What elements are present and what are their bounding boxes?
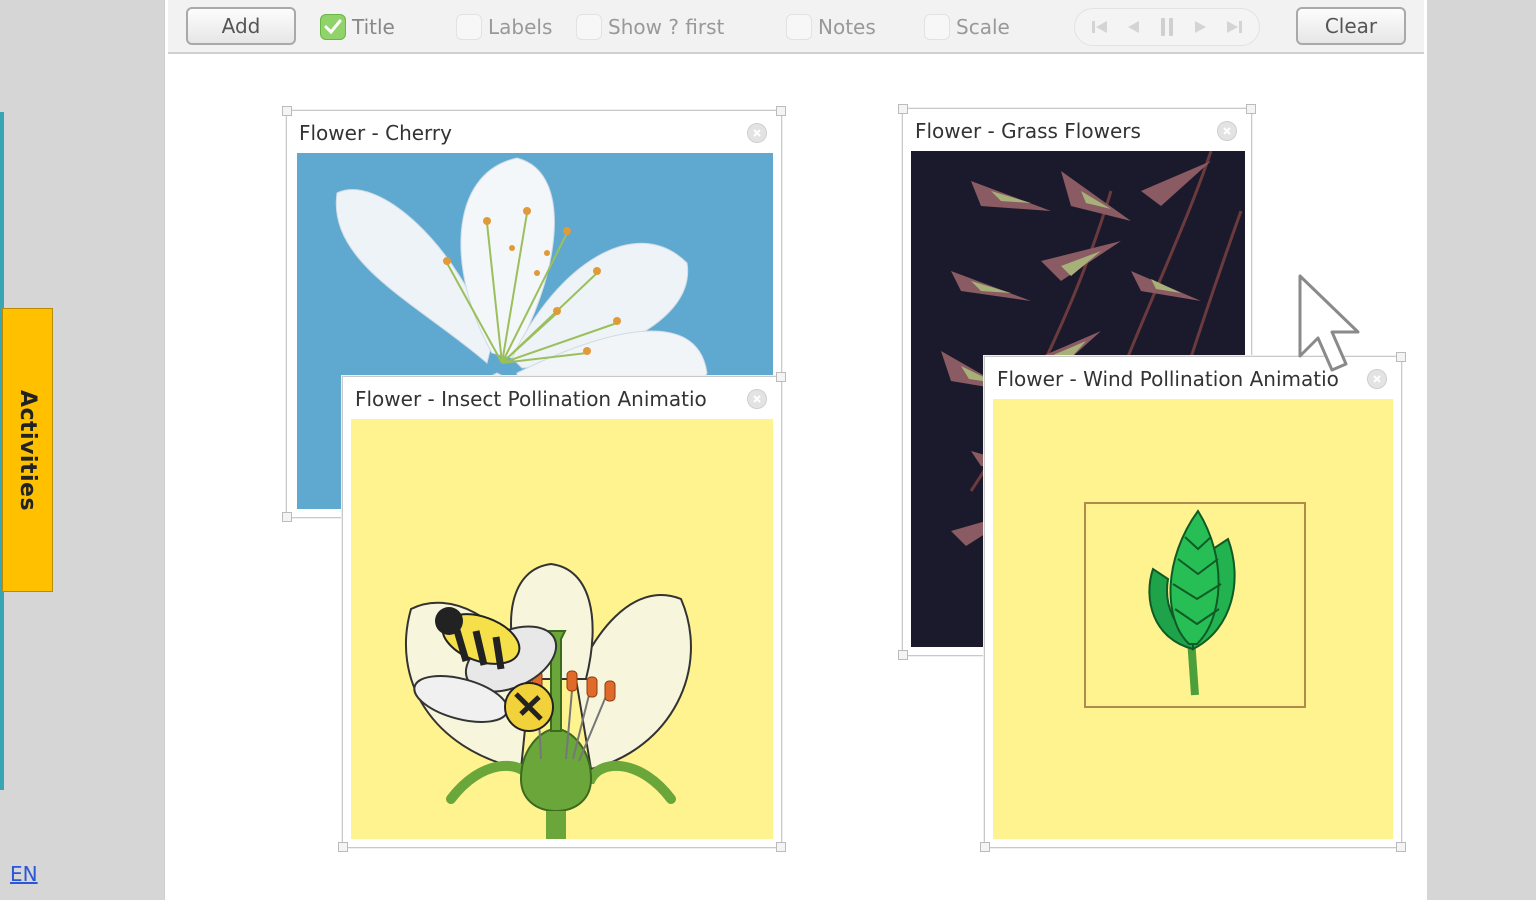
language-link[interactable]: EN — [10, 862, 38, 886]
labels-option-label: Labels — [488, 15, 553, 39]
title-checkbox[interactable] — [320, 14, 346, 40]
grass-close-icon[interactable] — [1217, 121, 1237, 141]
step-forward-icon[interactable] — [1187, 13, 1215, 41]
pause-icon[interactable] — [1153, 13, 1181, 41]
checkmark-icon — [324, 19, 342, 35]
resize-handle[interactable] — [776, 106, 786, 116]
toolbar: Add Title Labels Show ? first Notes Scal… — [168, 0, 1424, 54]
title-option[interactable]: Title — [320, 12, 395, 42]
scale-checkbox[interactable] — [924, 14, 950, 40]
insect-animation — [351, 419, 773, 839]
resize-handle[interactable] — [776, 372, 786, 382]
mouse-pointer-icon — [1298, 274, 1360, 372]
activities-tab-label: Activities — [15, 389, 40, 511]
resize-handle[interactable] — [776, 842, 786, 852]
activities-tab[interactable]: Activities — [2, 308, 53, 592]
step-back-icon[interactable] — [1119, 13, 1147, 41]
resize-handle[interactable] — [1396, 842, 1406, 852]
resize-handle[interactable] — [898, 650, 908, 660]
grass-spikelet-image — [993, 399, 1393, 839]
scale-option-label: Scale — [956, 15, 1010, 39]
show-first-option-label: Show ? first — [608, 15, 725, 39]
labels-option[interactable]: Labels — [456, 12, 552, 42]
cherry-panel-title: Flower - Cherry — [299, 121, 452, 145]
insect-close-icon[interactable] — [747, 389, 767, 409]
resize-handle[interactable] — [898, 104, 908, 114]
resize-handle[interactable] — [1396, 352, 1406, 362]
playback-controls — [1074, 8, 1260, 46]
bee-on-flower-image — [351, 419, 773, 839]
cherry-close-icon[interactable] — [747, 123, 767, 143]
title-option-label: Title — [352, 15, 395, 39]
skip-to-start-icon[interactable] — [1086, 13, 1114, 41]
insect-panel-title: Flower - Insect Pollination Animatio — [355, 387, 707, 411]
skip-to-end-icon[interactable] — [1220, 13, 1248, 41]
notes-checkbox[interactable] — [786, 14, 812, 40]
resize-handle[interactable] — [338, 842, 348, 852]
wind-close-icon[interactable] — [1367, 369, 1387, 389]
add-button[interactable]: Add — [186, 7, 296, 45]
scale-option[interactable]: Scale — [924, 12, 1010, 42]
wind-animation — [993, 399, 1393, 839]
resize-handle[interactable] — [282, 106, 292, 116]
show-first-checkbox[interactable] — [576, 14, 602, 40]
wind-pollination-panel[interactable]: Flower - Wind Pollination Animatio — [980, 352, 1406, 852]
notes-option-label: Notes — [818, 15, 876, 39]
clear-button[interactable]: Clear — [1296, 7, 1406, 45]
resize-handle[interactable] — [282, 512, 292, 522]
insect-pollination-panel[interactable]: Flower - Insect Pollination Animatio — [338, 372, 786, 852]
resize-handle[interactable] — [980, 842, 990, 852]
labels-checkbox[interactable] — [456, 14, 482, 40]
notes-option[interactable]: Notes — [786, 12, 876, 42]
grass-panel-title: Flower - Grass Flowers — [915, 119, 1141, 143]
resize-handle[interactable] — [1246, 104, 1256, 114]
show-first-option[interactable]: Show ? first — [576, 12, 724, 42]
